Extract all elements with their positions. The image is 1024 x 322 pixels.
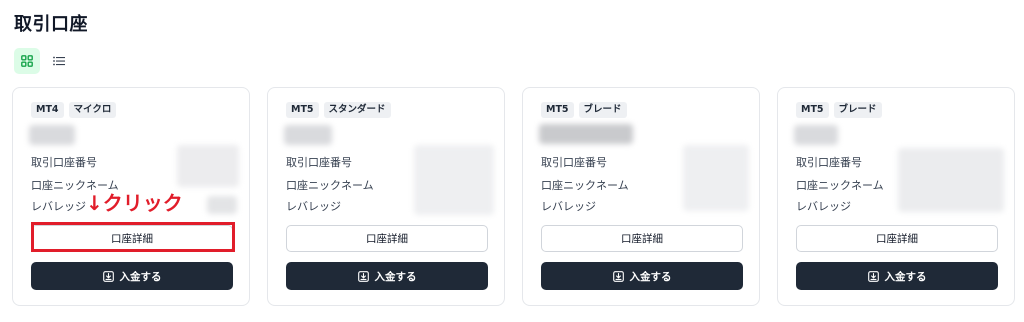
account-type-badge: スタンダード	[323, 102, 391, 118]
account-number-label: 取引口座番号	[541, 156, 607, 169]
account-card: MT5 ブレード 取引口座番号 口座ニックネーム レバレッジ 口座詳細 入金する	[777, 87, 1015, 306]
leverage-label: レバレッジ	[541, 200, 596, 213]
deposit-icon	[357, 270, 369, 282]
account-number-label: 取引口座番号	[796, 156, 862, 169]
redacted-values	[414, 145, 494, 215]
deposit-button-label: 入金する	[629, 270, 672, 283]
leverage-label: レバレッジ	[286, 200, 341, 213]
platform-badge: MT4	[31, 102, 64, 118]
platform-badge: MT5	[286, 102, 319, 118]
redacted-values	[898, 148, 1004, 212]
redacted-account-name	[284, 125, 332, 145]
grid-icon	[21, 55, 33, 67]
list-view-button[interactable]	[46, 48, 72, 74]
account-detail-button[interactable]: 口座詳細	[286, 225, 488, 252]
highlight-box	[31, 222, 235, 252]
deposit-icon	[867, 270, 879, 282]
account-card: MT5 スタンダード 取引口座番号 口座ニックネーム レバレッジ 口座詳細 入金…	[267, 87, 505, 306]
redacted-values	[177, 145, 239, 187]
platform-badge: MT5	[541, 102, 574, 118]
redacted-account-name	[539, 124, 633, 144]
view-toggle	[14, 48, 72, 74]
list-icon	[53, 56, 65, 66]
page-title: 取引口座	[14, 14, 88, 35]
platform-badge: MT5	[796, 102, 829, 118]
account-type-badge: マイクロ	[68, 102, 117, 118]
leverage-label: レバレッジ	[796, 200, 851, 213]
nickname-label: 口座ニックネーム	[541, 179, 629, 192]
deposit-button[interactable]: 入金する	[286, 262, 488, 290]
nickname-label: 口座ニックネーム	[796, 179, 884, 192]
deposit-button-label: 入金する	[119, 270, 162, 283]
deposit-button[interactable]: 入金する	[541, 262, 743, 290]
deposit-button-label: 入金する	[884, 270, 927, 283]
account-type-badge: ブレード	[578, 102, 627, 118]
redacted-account-name	[29, 125, 75, 145]
click-annotation: ↓クリック	[86, 191, 183, 215]
grid-view-button[interactable]	[14, 48, 40, 74]
account-detail-button[interactable]: 口座詳細	[796, 225, 998, 252]
deposit-button-label: 入金する	[374, 270, 417, 283]
redacted-account-name	[794, 125, 838, 145]
account-number-label: 取引口座番号	[286, 156, 352, 169]
account-card: MT5 ブレード 取引口座番号 口座ニックネーム レバレッジ 口座詳細 入金する	[522, 87, 760, 306]
account-number-label: 取引口座番号	[31, 156, 97, 169]
deposit-icon	[612, 270, 624, 282]
account-type-badge: ブレード	[833, 102, 882, 118]
deposit-icon	[102, 270, 114, 282]
deposit-button[interactable]: 入金する	[31, 262, 233, 290]
account-detail-button[interactable]: 口座詳細	[541, 225, 743, 252]
nickname-label: 口座ニックネーム	[286, 179, 374, 192]
leverage-label: レバレッジ	[31, 200, 86, 213]
deposit-button[interactable]: 入金する	[796, 262, 998, 290]
redacted-leverage	[207, 196, 237, 214]
redacted-values	[683, 145, 749, 211]
